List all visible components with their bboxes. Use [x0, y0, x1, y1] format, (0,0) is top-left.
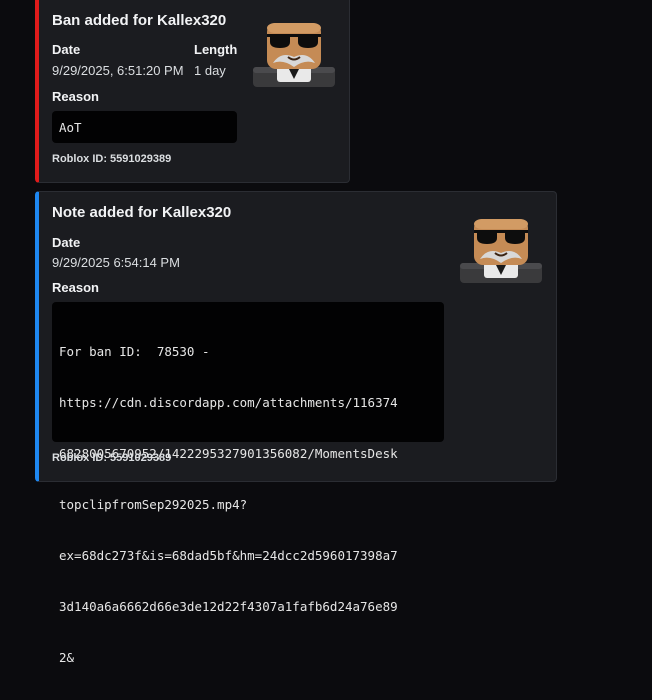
reason-line: https://cdn.discordapp.com/attachments/1…: [59, 395, 398, 410]
reason-line: 3d140a6a6662d66e3de12d22f4307a1fafb6d24a…: [59, 599, 398, 614]
reason-line: For ban ID: 78530 -: [59, 344, 210, 359]
date-field-label: Date: [52, 235, 81, 250]
reason-line: 2&: [59, 650, 75, 665]
date-field-value: 9/29/2025, 6:51:20 PM: [52, 63, 184, 78]
note-embed: Note added for Kallex320 Date 9/29/2025 …: [35, 191, 557, 665]
reason-line: ex=68dc273f&is=68dad5bf&hm=24dcc2d596017…: [59, 548, 398, 563]
reason-line: topclipfromSep292025.mp4?: [59, 497, 248, 512]
roblox-avatar-thumbnail-icon: [460, 219, 542, 283]
roblox-avatar-thumbnail-icon: [253, 23, 335, 87]
ban-embed: Ban added for Kallex320 Date 9/29/2025, …: [35, 0, 350, 183]
reason-codeblock: For ban ID: 78530 - https://cdn.discorda…: [52, 302, 444, 665]
length-field-value: 1 day: [194, 63, 226, 78]
roblox-id-footer: Roblox ID: 5591029389: [52, 452, 172, 464]
length-field-label: Length: [194, 42, 238, 57]
roblox-id-footer: Roblox ID: 5591029389: [52, 153, 172, 165]
reason-field-label: Reason: [52, 280, 99, 295]
date-field-value: 9/29/2025 6:54:14 PM: [52, 255, 180, 270]
date-field-label: Date: [52, 42, 81, 57]
note-embed-title: Note added for Kallex320: [52, 204, 232, 221]
reason-field-label: Reason: [52, 89, 99, 104]
ban-embed-title: Ban added for Kallex320: [52, 12, 227, 29]
reason-codeblock: AoT: [52, 111, 237, 143]
